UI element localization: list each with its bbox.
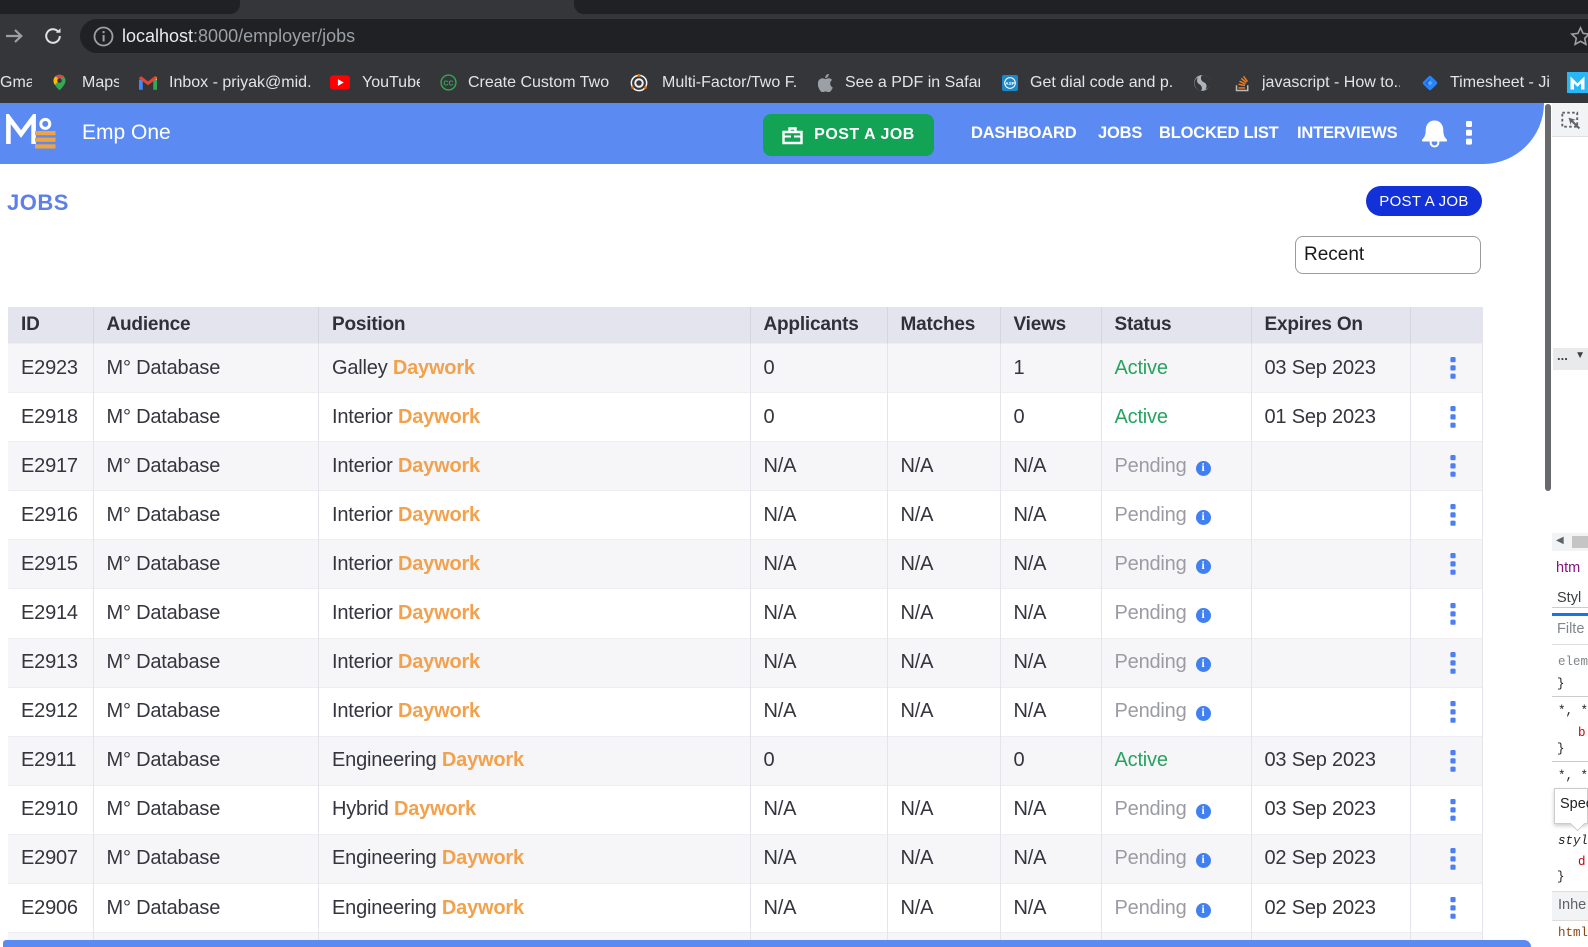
svg-text:CC: CC [443, 79, 453, 87]
svg-text:ASP: ASP [1005, 81, 1015, 86]
